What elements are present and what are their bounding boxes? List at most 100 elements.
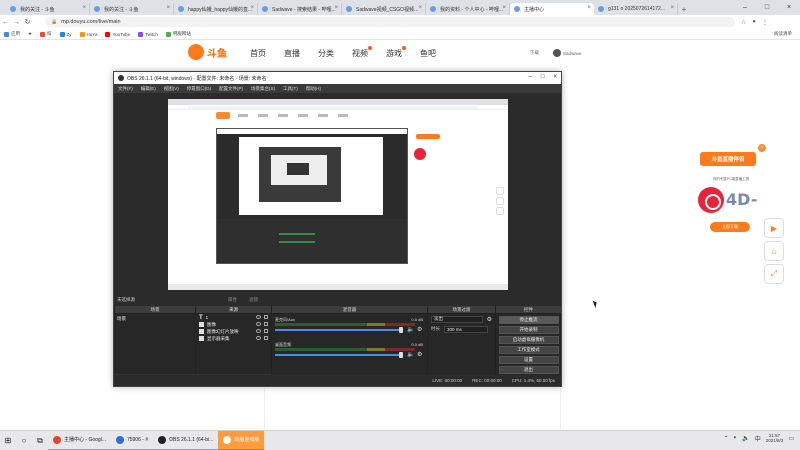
close-icon[interactable]: × (166, 5, 170, 11)
bookmark-item[interactable]: 韩服网站 (165, 31, 191, 37)
nav-category[interactable]: 分类 (318, 48, 334, 59)
source-item[interactable]: 图像 (196, 321, 271, 328)
gear-icon[interactable]: ⚙ (487, 316, 492, 323)
volume-slider[interactable] (275, 329, 401, 331)
reload-icon[interactable]: ↻ (22, 15, 33, 29)
browser-tab[interactable]: 我的资料 - 个人中心 - 哔哩... × (426, 3, 510, 15)
menu-scene-collection[interactable]: 场景集合(S) (251, 86, 275, 92)
browser-tab[interactable]: happy仙娥_happy仙娥的直... × (174, 3, 258, 15)
taskbar-app-active[interactable]: 韩服连线版 (218, 430, 265, 450)
network-icon[interactable]: ◐ (734, 435, 738, 441)
transition-select[interactable]: 淡出 (431, 315, 483, 323)
bookmark-item[interactable]: 扣 (40, 31, 52, 37)
url-input[interactable]: 🔒 mp.douyu.com/live/main (45, 17, 735, 27)
volume-icon[interactable]: 🔈 (742, 435, 749, 442)
close-icon[interactable]: × (502, 5, 506, 11)
profile-icon[interactable]: ● (752, 19, 756, 26)
input-method-icon[interactable]: 中 (755, 434, 761, 443)
home-icon[interactable]: ⌂ (764, 241, 784, 261)
expand-icon[interactable]: ⤢ (764, 264, 784, 284)
volume-slider-handle[interactable] (399, 352, 403, 358)
menu-icon[interactable]: ⋮ (762, 19, 768, 26)
lock-icon[interactable] (264, 329, 268, 333)
windows-start-icon[interactable]: ⊞ (0, 431, 16, 450)
taskbar-app-chrome[interactable]: 主播中心 - Googl... (48, 431, 111, 450)
nav-video[interactable]: 视频 (352, 46, 372, 59)
lock-icon[interactable] (264, 315, 268, 319)
close-icon[interactable]: × (587, 5, 591, 11)
lock-icon[interactable] (264, 322, 268, 326)
studio-mode-button[interactable]: 工作室模式 (498, 346, 559, 354)
back-icon[interactable]: ← (0, 15, 11, 29)
user-menu[interactable]: Sadwave (553, 49, 582, 57)
maximize-icon[interactable]: □ (541, 74, 545, 80)
browser-tab[interactable]: 我的关注 - 斗鱼 × (6, 3, 90, 15)
obs-preview-canvas[interactable] (168, 99, 508, 290)
settings-button[interactable]: 设置 (498, 356, 559, 364)
start-recording-button[interactable]: 开始录制 (498, 326, 559, 334)
gear-icon[interactable]: ⚙ (417, 351, 422, 358)
bookmark-item[interactable]: Twitch (138, 31, 158, 37)
close-icon[interactable]: × (670, 5, 674, 11)
ad-download-button[interactable]: 立即下载 (710, 222, 750, 232)
taskbar-app-obs[interactable]: OBS 26.1.1 (64-bi... (153, 431, 219, 450)
exit-button[interactable]: 退出 (498, 366, 559, 374)
reading-list[interactable]: 阅读清单 (774, 31, 792, 37)
volume-slider-handle[interactable] (399, 327, 403, 333)
douyu-companion-ad[interactable]: × 斗鱼直播伴侣 你的专属PC端直播工具 4D- 立即下载 (696, 144, 766, 238)
nav-home[interactable]: 首页 (250, 48, 266, 59)
duration-input[interactable]: 300 ms (444, 325, 488, 333)
menu-tools[interactable]: 工具(T) (283, 86, 298, 92)
speaker-icon[interactable]: 🔈 (407, 351, 414, 358)
virtual-camera-button[interactable]: 启动虚拟摄像机 (498, 336, 559, 344)
lock-icon[interactable] (264, 336, 268, 340)
menu-help[interactable]: 帮助(H) (306, 86, 321, 92)
scene-item[interactable]: 场景 (117, 316, 126, 322)
properties-button[interactable]: 属性 (228, 297, 237, 303)
browser-tab[interactable]: Sadwave视频_CSGO视频... × (342, 3, 426, 15)
search-icon[interactable]: ○ (16, 431, 32, 450)
nav-live[interactable]: 直播 (284, 48, 300, 59)
close-icon[interactable]: × (758, 144, 766, 152)
speaker-icon[interactable]: 🔈 (407, 326, 414, 333)
visibility-icon[interactable] (256, 329, 261, 333)
download-link[interactable]: 下载 (530, 50, 539, 56)
close-icon[interactable]: × (82, 5, 86, 11)
maximize-icon[interactable]: □ (756, 0, 778, 15)
bookmark-item[interactable]: YouTube (105, 31, 130, 37)
menu-profile[interactable]: 配置文件(P) (219, 86, 243, 92)
source-item[interactable]: 显示器采集 (196, 335, 271, 342)
douyu-logo[interactable]: 斗鱼 (188, 44, 227, 60)
filters-button[interactable]: 滤镜 (249, 297, 258, 303)
close-icon[interactable]: × (334, 5, 338, 11)
menu-edit[interactable]: 编辑(E) (141, 86, 156, 92)
gear-icon[interactable]: ⚙ (417, 326, 422, 333)
star-icon[interactable]: ☆ (741, 19, 746, 26)
source-item[interactable]: 图像幻灯片放映 (196, 328, 271, 335)
visibility-icon[interactable] (256, 322, 261, 326)
obs-window[interactable]: OBS 26.1.1 (64-bit, windows) - 配置文件: 未命名… (113, 71, 562, 387)
tray-chevron-icon[interactable]: ⌃ (724, 435, 729, 442)
new-tab-button[interactable]: + (678, 3, 690, 15)
minimize-icon[interactable]: – (529, 74, 532, 80)
notification-icon[interactable]: ▭ (788, 435, 794, 442)
play-icon[interactable]: ▶ (764, 218, 784, 238)
browser-tab[interactable]: g131 o 2025072614172... × (594, 3, 678, 15)
forward-icon[interactable]: → (11, 15, 22, 29)
visibility-icon[interactable] (256, 336, 261, 340)
close-window-icon[interactable]: × (553, 74, 557, 80)
close-window-icon[interactable]: × (778, 0, 800, 15)
browser-tab[interactable]: Sadwave - 搜索结果 - 哔哩... × (258, 3, 342, 15)
nav-yuba[interactable]: 鱼吧 (420, 48, 436, 59)
browser-tab-active[interactable]: 主播中心 × (510, 3, 594, 15)
menu-docks[interactable]: 停靠窗口(D) (187, 86, 211, 92)
menu-view[interactable]: 视图(V) (164, 86, 179, 92)
browser-tab[interactable]: 我的关注 - 斗鱼 × (90, 3, 174, 15)
bookmark-item[interactable]: 应用 (4, 31, 20, 37)
visibility-icon[interactable] (256, 315, 261, 319)
nav-game[interactable]: 游戏 (386, 46, 406, 59)
close-icon[interactable]: × (250, 5, 254, 11)
task-view-icon[interactable]: ⧉ (32, 431, 48, 450)
bookmark-item[interactable]: HuYa (79, 31, 97, 37)
stop-streaming-button[interactable]: 停止推流 (498, 316, 559, 324)
